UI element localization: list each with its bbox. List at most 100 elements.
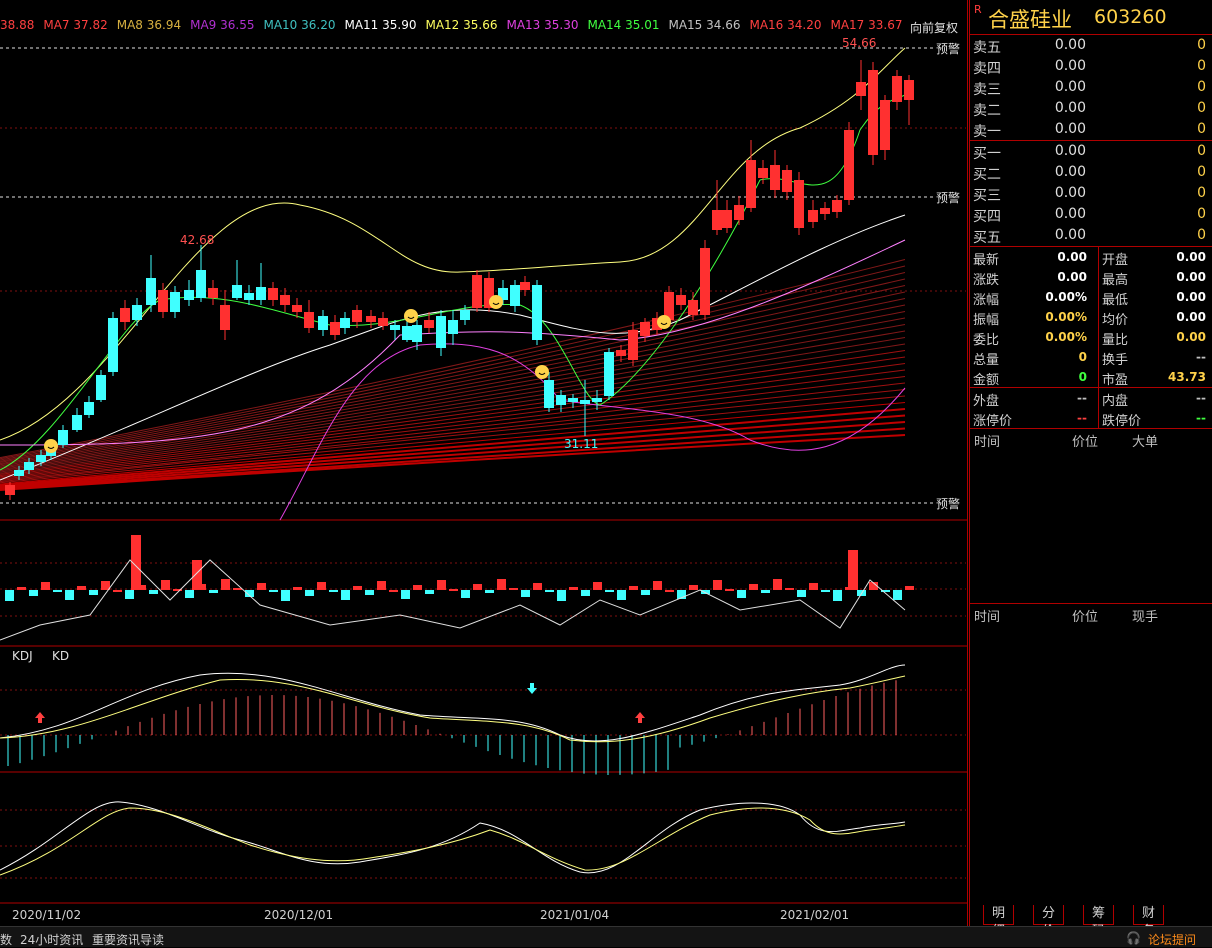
level-price: 0.00 — [1054, 164, 1086, 180]
ma-legend-item: 38.88 — [0, 18, 35, 32]
level-volume: 0 — [1197, 121, 1206, 137]
volume-bar — [353, 586, 362, 590]
candle-body — [378, 318, 388, 326]
stat-label: 开盘 — [1102, 253, 1129, 268]
candle-body — [208, 288, 218, 298]
stat-label: 换手 — [1102, 353, 1129, 368]
stock-name[interactable]: 合盛硅业 — [988, 4, 1072, 34]
candle-body — [352, 310, 362, 322]
ma-line-white — [0, 214, 906, 481]
candle-body — [746, 160, 756, 208]
level-label: 卖一 — [973, 124, 1001, 140]
candle-body — [712, 210, 722, 230]
kd-line-k — [0, 801, 906, 874]
tab-chips[interactable]: 筹码 — [1083, 905, 1115, 939]
volume-bar — [413, 585, 422, 590]
ma-legend-item: MA17 33.67 — [830, 18, 903, 32]
volume-bar — [341, 590, 350, 600]
ma-legend-item: MA11 35.90 — [344, 18, 417, 32]
tab-financials[interactable]: 财务 — [1133, 905, 1165, 939]
volume-bar — [653, 581, 662, 590]
stat-value: -- — [1077, 391, 1087, 405]
level-volume: 0 — [1197, 227, 1206, 243]
level-label: 卖四 — [973, 61, 1001, 77]
candle-body — [72, 415, 82, 430]
volume-bar — [17, 587, 26, 590]
volume-bar — [89, 590, 98, 595]
orderbook-row[interactable]: 卖三 0.00 0 — [970, 77, 1212, 98]
warning-label: 预警 — [936, 190, 960, 205]
news-24h-link[interactable]: 24小时资讯 — [20, 931, 83, 948]
price-annotation-high: 54.66 — [842, 36, 876, 50]
big-orders-header: 时间 价位 大单 — [970, 429, 1212, 450]
sell-arrow-icon — [527, 683, 537, 694]
ma-legend-item: MA13 35.30 — [506, 18, 579, 32]
volume-bar — [389, 590, 398, 592]
stat-label: 最高 — [1102, 273, 1129, 288]
level-volume: 0 — [1197, 185, 1206, 201]
forum-ask-link[interactable]: 论坛提问 — [1148, 931, 1196, 948]
orderbook-row[interactable]: 买一 0.00 0 — [970, 141, 1212, 162]
tab-details[interactable]: 明细 — [983, 905, 1015, 939]
adjust-mode-label[interactable]: 向前复权 — [910, 19, 958, 36]
level-label: 买四 — [973, 209, 1001, 225]
volume-bar — [785, 588, 794, 590]
candle-body — [412, 325, 422, 342]
orderbook-row[interactable]: 卖四 0.00 0 — [970, 56, 1212, 77]
volume-bar — [593, 582, 602, 590]
kdj-label[interactable]: KDJ — [12, 649, 33, 663]
stat-label: 跌停价 — [1102, 414, 1142, 429]
volume-bar — [161, 580, 170, 590]
volume-bar — [689, 585, 698, 590]
candle-body — [556, 395, 566, 405]
candle-body — [580, 400, 590, 404]
orderbook-row[interactable]: 买三 0.00 0 — [970, 183, 1212, 204]
orderbook-row[interactable]: 买四 0.00 0 — [970, 204, 1212, 225]
smiley-icon — [404, 309, 418, 323]
volume-bar — [533, 583, 542, 590]
volume-bar — [185, 590, 194, 598]
kline-chart[interactable]: 预警预警预警42.6854.6631.11 — [0, 0, 968, 926]
candle-body — [832, 200, 842, 212]
candle-body — [472, 275, 482, 308]
ma-legend-item: MA14 35.01 — [587, 18, 660, 32]
volume-bar — [473, 584, 482, 590]
big-orders-list — [970, 449, 1212, 603]
candle-body — [868, 70, 878, 155]
candle-body — [232, 285, 242, 298]
smiley-icon — [657, 315, 671, 329]
candle-body — [96, 375, 106, 400]
level-price: 0.00 — [1054, 37, 1086, 53]
volume-bar — [149, 590, 158, 594]
level-volume: 0 — [1197, 37, 1206, 53]
orderbook-row[interactable]: 买五 0.00 0 — [970, 225, 1212, 246]
candle-body — [758, 168, 768, 178]
kd-label[interactable]: KD — [52, 649, 69, 663]
kline-chart-area[interactable]: 预警 预警 预警 42.68 54.66 31.11 38.88 MA7 37.82 MA8 … — [0, 0, 968, 926]
orderbook-row[interactable]: 买二 0.00 0 — [970, 162, 1212, 183]
orderbook-row[interactable]: 卖五 0.00 0 — [970, 35, 1212, 56]
level-price: 0.00 — [1054, 79, 1086, 95]
ma-legend-item: MA15 34.66 — [668, 18, 741, 32]
candle-body — [510, 285, 520, 306]
orderbook-row[interactable]: 卖二 0.00 0 — [970, 98, 1212, 119]
volume-bar — [797, 590, 806, 597]
level-volume: 0 — [1197, 206, 1206, 222]
orderbook-row[interactable]: 卖一 0.00 0 — [970, 119, 1212, 140]
stat-row: 外盘 -- 内盘 -- — [970, 388, 1212, 409]
stat-value: 0.00% — [1045, 290, 1087, 304]
volume-bar — [725, 589, 734, 591]
stat-label: 委比 — [973, 333, 1000, 348]
candle-body — [722, 210, 732, 228]
tab-price-distribution[interactable]: 分价 — [1033, 905, 1065, 939]
stat-label: 涨幅 — [973, 293, 1000, 308]
x-axis-date: 2020/12/01 — [264, 908, 334, 922]
candle-body — [460, 310, 470, 320]
news-important-link[interactable]: 重要资讯导读 — [92, 931, 164, 948]
volume-bar — [461, 590, 470, 598]
volume-bar — [329, 590, 338, 592]
status-left-text[interactable]: 数 — [0, 931, 12, 948]
stat-value: 0.00 — [1176, 270, 1206, 284]
stock-code[interactable]: 603260 — [1094, 6, 1167, 28]
volume-bar — [617, 590, 626, 600]
